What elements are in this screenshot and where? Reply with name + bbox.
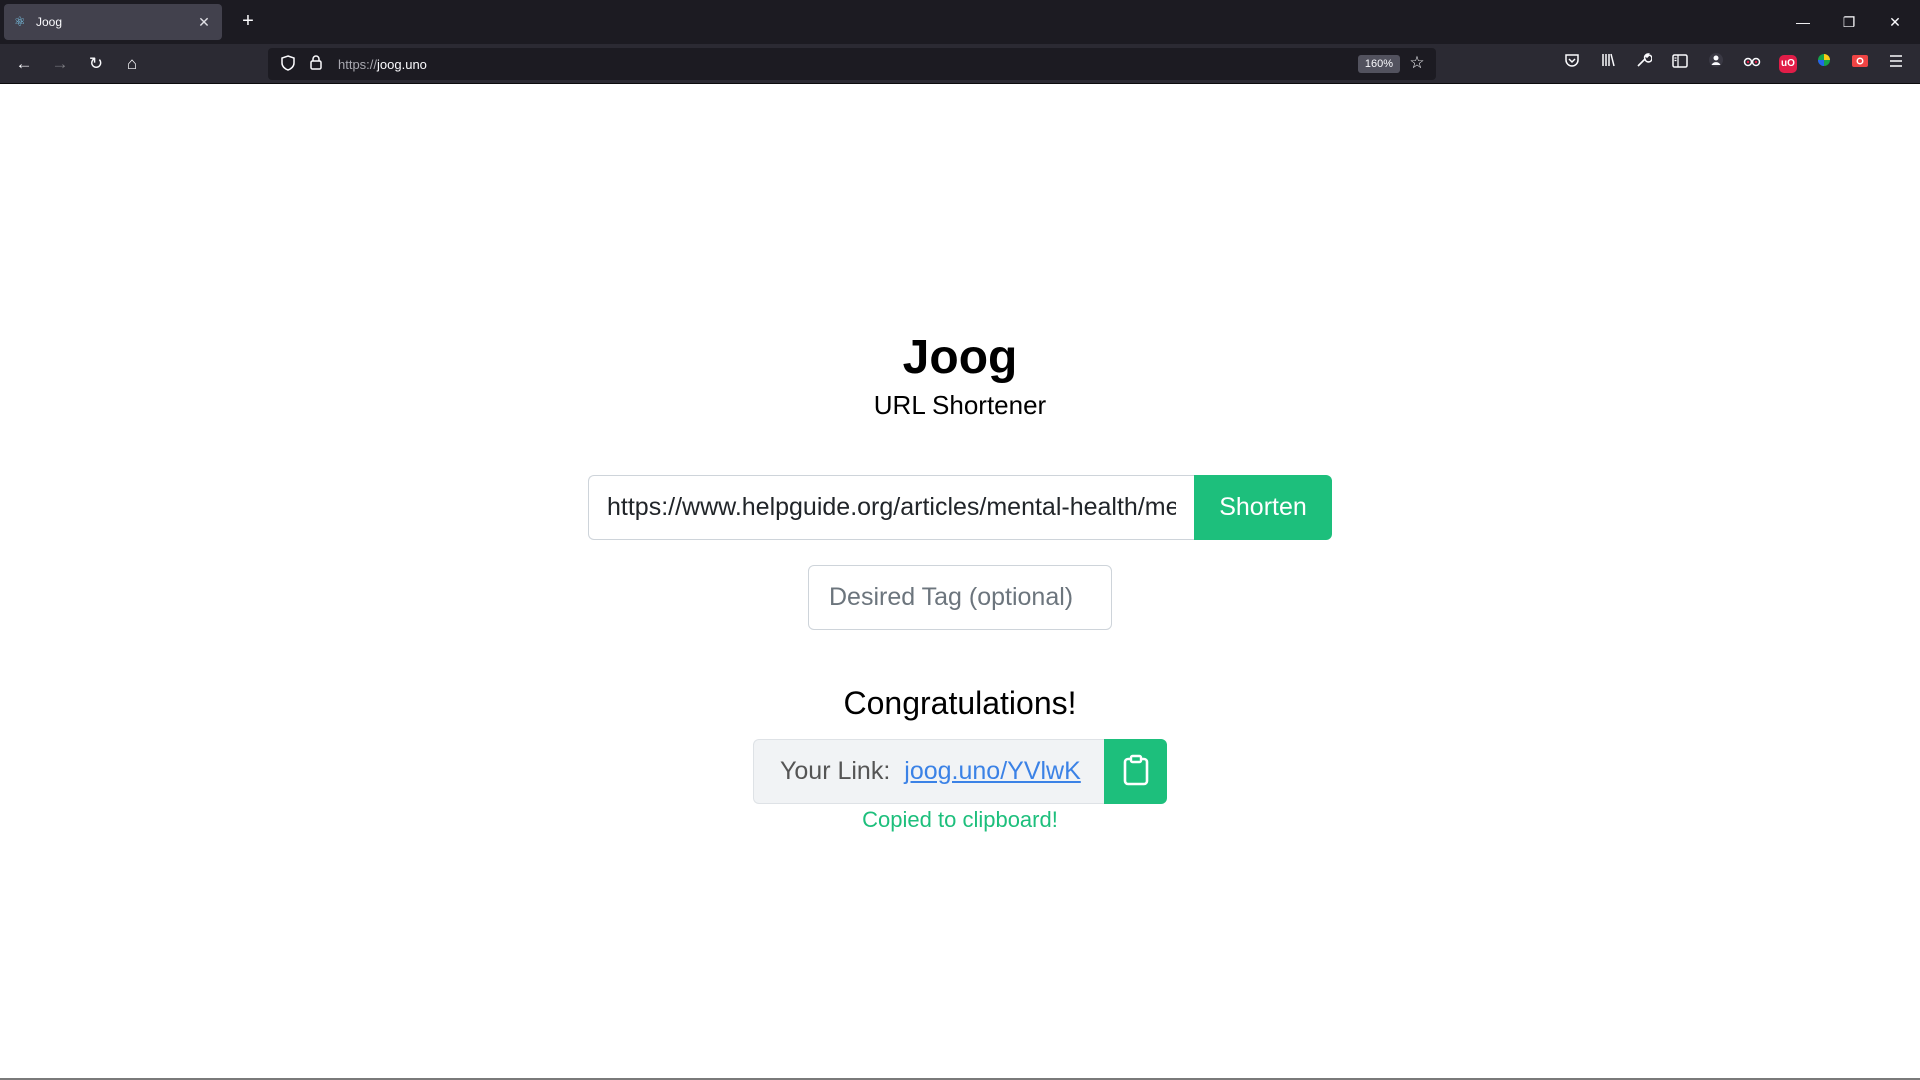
forward-button[interactable]: →	[48, 52, 72, 76]
congrats-heading: Congratulations!	[843, 685, 1077, 721]
address-bar[interactable]: https://joog.uno 160% ☆	[268, 48, 1436, 80]
copied-message: Copied to clipboard!	[862, 807, 1058, 832]
account-avatar-icon[interactable]	[1704, 52, 1728, 76]
minimize-button[interactable]: —	[1780, 0, 1826, 44]
result-link-box: Your Link: joog.uno/YVlwK	[753, 739, 1104, 804]
back-button[interactable]: ←	[12, 52, 36, 76]
desired-tag-input[interactable]	[808, 565, 1112, 630]
ublock-origin-icon[interactable]: uO	[1779, 55, 1797, 73]
tab-title: Joog	[36, 15, 63, 29]
glasses-extension-icon[interactable]	[1740, 52, 1764, 76]
hamburger-menu-icon[interactable]	[1884, 52, 1908, 76]
brand-title: Joog	[902, 331, 1018, 384]
library-icon[interactable]	[1596, 52, 1620, 76]
copy-to-clipboard-button[interactable]	[1104, 739, 1167, 804]
browser-tab-bar: ⚛ Joog ✕ + — ❐ ✕	[0, 0, 1920, 44]
shield-icon[interactable]	[276, 54, 300, 74]
clipboard-icon	[1123, 754, 1149, 789]
shorten-form: Shorten	[588, 475, 1332, 540]
home-button[interactable]: ⌂	[120, 52, 144, 76]
reload-button[interactable]: ↻	[84, 52, 108, 76]
pocket-icon[interactable]	[1560, 52, 1584, 76]
screenshot-camera-icon[interactable]	[1848, 52, 1872, 76]
react-logo-icon: ⚛	[14, 14, 26, 29]
url-text[interactable]: https://joog.uno	[338, 57, 427, 72]
zoom-level-badge[interactable]: 160%	[1357, 55, 1400, 73]
your-link-label: Your Link:	[780, 757, 891, 785]
restore-button[interactable]: ❐	[1826, 0, 1872, 44]
browser-nav-bar: ← → ↻ ⌂ https://joog.uno 160% ☆ uO	[0, 44, 1920, 84]
sidebar-icon[interactable]	[1668, 52, 1692, 76]
shorten-button[interactable]: Shorten	[1194, 475, 1332, 540]
tab-close-icon[interactable]: ✕	[196, 14, 212, 31]
result-link-group: Your Link: joog.uno/YVlwK	[753, 739, 1167, 804]
lock-icon[interactable]	[304, 55, 328, 73]
url-input[interactable]	[588, 475, 1194, 540]
wrench-icon[interactable]	[1632, 52, 1656, 76]
tab-joog[interactable]: ⚛ Joog ✕	[4, 4, 222, 40]
colorful-extension-icon[interactable]	[1812, 52, 1836, 76]
new-tab-button[interactable]: +	[236, 10, 260, 34]
bookmark-star-icon[interactable]: ☆	[1406, 53, 1428, 73]
page-content: Joog URL Shortener Shorten Congratulatio…	[0, 85, 1920, 1080]
page-subtitle: URL Shortener	[873, 390, 1047, 420]
window-close-button[interactable]: ✕	[1872, 0, 1918, 44]
short-link[interactable]: joog.uno/YVlwK	[904, 757, 1081, 786]
